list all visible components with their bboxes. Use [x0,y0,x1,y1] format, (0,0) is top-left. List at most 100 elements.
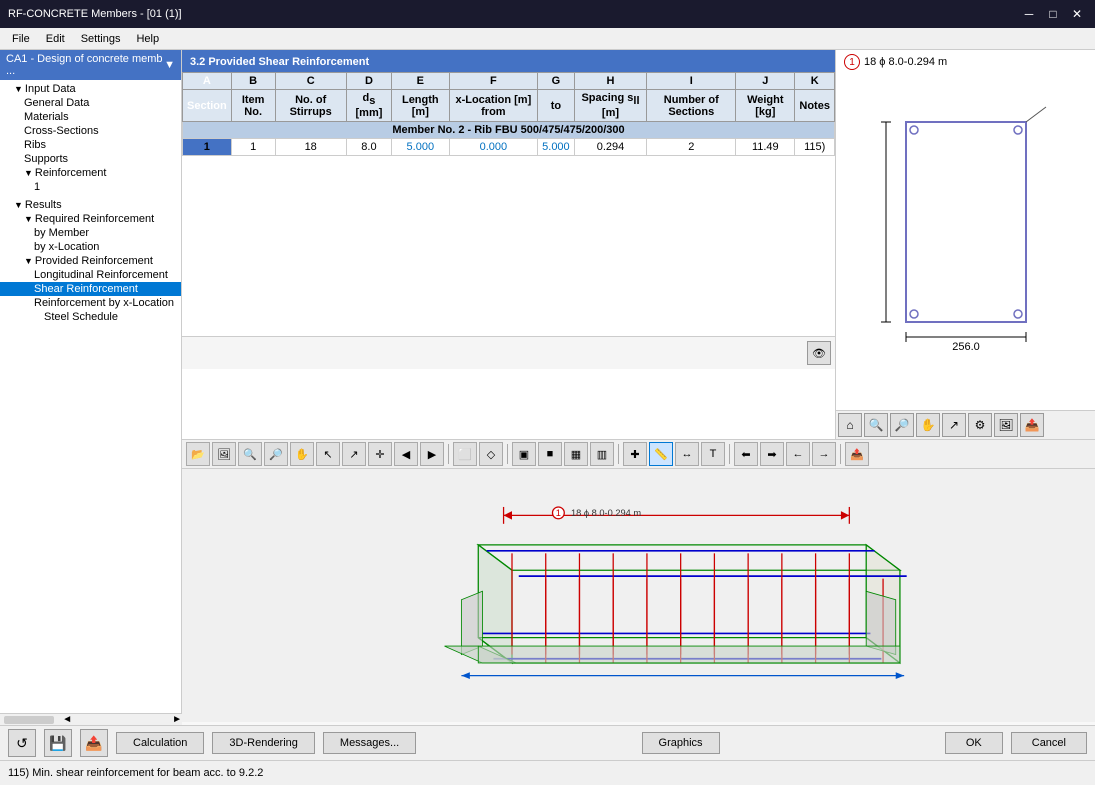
toolbar-separator-2 [507,444,508,464]
toolbar-select-button[interactable]: ↖ [316,442,340,466]
svg-text:256.0: 256.0 [952,341,980,353]
sidebar-item-reinforcement-1[interactable]: 1 [0,180,181,194]
toolbar-measure-button[interactable]: ↔ [675,442,699,466]
toolbar-ruler-button[interactable]: 📏 [649,442,673,466]
sidebar-item-ribs[interactable]: Ribs [0,138,181,152]
view-3d-area: 📂 🖼 🔍 🔎 ✋ ↖ ↗ ✛ ◀ ▶ ⬜ ◇ ▣ ■ ▦ ▥ ✚ [182,440,1095,725]
cross-section-svg: 256.0 456.0 [876,102,1056,382]
toolbar-zoom-out-button[interactable]: 🔎 [264,442,288,466]
messages-button[interactable]: Messages... [323,732,416,754]
toolbar-bars2-button[interactable]: ▥ [590,442,614,466]
toolbar-zoom-in-button[interactable]: 🔍 [238,442,262,466]
sidebar-item-reinforcement-by-x[interactable]: Reinforcement by x-Location [0,296,181,310]
toolbar-image-button[interactable]: 🖼 [212,442,236,466]
toolbar-move-button[interactable]: ✚ [623,442,647,466]
sidebar-item-steel-schedule[interactable]: Steel Schedule [0,310,181,324]
toolbar-export-view-button[interactable]: 📤 [845,442,869,466]
toolbar-dash-left-button[interactable]: ← [786,442,810,466]
cs-pan-button[interactable]: ✋ [916,413,940,437]
cs-export-button[interactable]: 📤 [1020,413,1044,437]
sidebar-item-general-data[interactable]: General Data [0,96,181,110]
content-area: 3.2 Provided Shear Reinforcement A B C D… [182,50,1095,725]
cs-zoom-out-button[interactable]: 🔎 [890,413,914,437]
sidebar-item-by-x-location[interactable]: by x-Location [0,240,181,254]
toolbar-forward-button[interactable]: ▶ [420,442,444,466]
cs-label-text: 18 ϕ 8.0-0.294 m [864,56,947,68]
close-button[interactable]: ✕ [1067,4,1087,24]
col-subheader-d: ds [mm] [346,90,391,122]
toolbar-cross-button[interactable]: ✛ [368,442,392,466]
col-subheader-c: No. of Stirrups [275,90,346,122]
col-header-f: F [449,73,538,90]
sidebar-item-by-member[interactable]: by Member [0,226,181,240]
toolbar-back-button[interactable]: ◀ [394,442,418,466]
cs-image-button[interactable]: 🖼 [994,413,1018,437]
menu-edit[interactable]: Edit [38,31,73,47]
toolbar-cursor-button[interactable]: ↗ [342,442,366,466]
sidebar-item-supports[interactable]: Supports [0,152,181,166]
col-header-i: I [647,73,736,90]
toolbar-separator-1 [448,444,449,464]
top-content: 3.2 Provided Shear Reinforcement A B C D… [182,50,1095,440]
minimize-button[interactable]: ─ [1019,4,1039,24]
sidebar-dropdown[interactable]: CA1 - Design of concrete memb ... ▼ [0,50,181,80]
sidebar-item-cross-sections[interactable]: Cross-Sections [0,124,181,138]
toolbar-cam-left-button[interactable]: ⬅ [734,442,758,466]
sidebar-item-longitudinal-reinforcement[interactable]: Longitudinal Reinforcement [0,268,181,282]
export-icon-button[interactable]: 📤 [80,729,108,757]
toolbar-wire-button[interactable]: ▣ [512,442,536,466]
cs-zoom-in-button[interactable]: 🔍 [864,413,888,437]
cs-active-button[interactable]: ⚙ [968,413,992,437]
save-button[interactable]: 💾 [44,729,72,757]
table-row[interactable]: 1 1 18 8.0 5.000 0.000 5.000 0.294 2 11.… [183,139,835,156]
expand-icon: ▼ [24,256,33,266]
menu-help[interactable]: Help [128,31,167,47]
toolbar-text-button[interactable]: T [701,442,725,466]
expand-icon: ▼ [14,84,23,94]
toolbar-dash-right-button[interactable]: → [812,442,836,466]
toolbar-solid-button[interactable]: ■ [538,442,562,466]
col-header-h: H [574,73,647,90]
col-subheader-k: Notes [795,90,835,122]
rendering-button[interactable]: 3D-Rendering [212,732,314,754]
toolbar-open-button[interactable]: 📂 [186,442,210,466]
toolbar-bars-button[interactable]: ▦ [564,442,588,466]
toolbar-iso-button[interactable]: ◇ [479,442,503,466]
col-subheader-b: Item No. [231,90,275,122]
graphics-button[interactable]: Graphics [642,732,720,754]
cs-select-button[interactable]: ↗ [942,413,966,437]
title-bar-controls: ─ □ ✕ [1019,4,1087,24]
sidebar-item-shear-reinforcement[interactable]: Shear Reinforcement [0,282,181,296]
toolbar-separator-4 [729,444,730,464]
cs-home-button[interactable]: ⌂ [838,413,862,437]
sidebar-item-results[interactable]: ▼ Results [0,198,181,212]
sidebar-item-provided-reinforcement[interactable]: ▼ Provided Reinforcement [0,254,181,268]
status-text: 115) Min. shear reinforcement for beam a… [8,767,263,779]
ok-button[interactable]: OK [945,732,1003,754]
cell-notes: 115) [795,139,835,156]
title-bar: RF-CONCRETE Members - [01 (1)] ─ □ ✕ [0,0,1095,28]
toolbar-pan-button[interactable]: ✋ [290,442,314,466]
col-header-d: D [346,73,391,90]
menu-file[interactable]: File [4,31,38,47]
sidebar-item-reinforcement[interactable]: ▼ Reinforcement [0,166,181,180]
toolbar-view3d-button[interactable]: ⬜ [453,442,477,466]
cancel-button[interactable]: Cancel [1011,732,1087,754]
visibility-toggle-button[interactable]: 👁 [807,341,831,365]
dropdown-arrow-icon: ▼ [164,59,175,71]
sidebar-scrollbar[interactable]: ◄ ► [0,713,182,725]
expand-icon: ▼ [24,168,33,178]
main-layout: CA1 - Design of concrete memb ... ▼ ▼ In… [0,50,1095,725]
sidebar-item-input-data[interactable]: ▼ Input Data [0,82,181,96]
col-header-e: E [392,73,450,90]
cell-x-to: 5.000 [538,139,575,156]
toolbar-cam-right-button[interactable]: ➡ [760,442,784,466]
menu-settings[interactable]: Settings [73,31,129,47]
refresh-button[interactable]: ↺ [8,729,36,757]
maximize-button[interactable]: □ [1043,4,1063,24]
col-header-g: G [538,73,575,90]
sidebar-item-required-reinforcement[interactable]: ▼ Required Reinforcement [0,212,181,226]
sidebar-item-materials[interactable]: Materials [0,110,181,124]
member-row: Member No. 2 - Rib FBU 500/475/475/200/3… [183,122,835,139]
calculation-button[interactable]: Calculation [116,732,204,754]
